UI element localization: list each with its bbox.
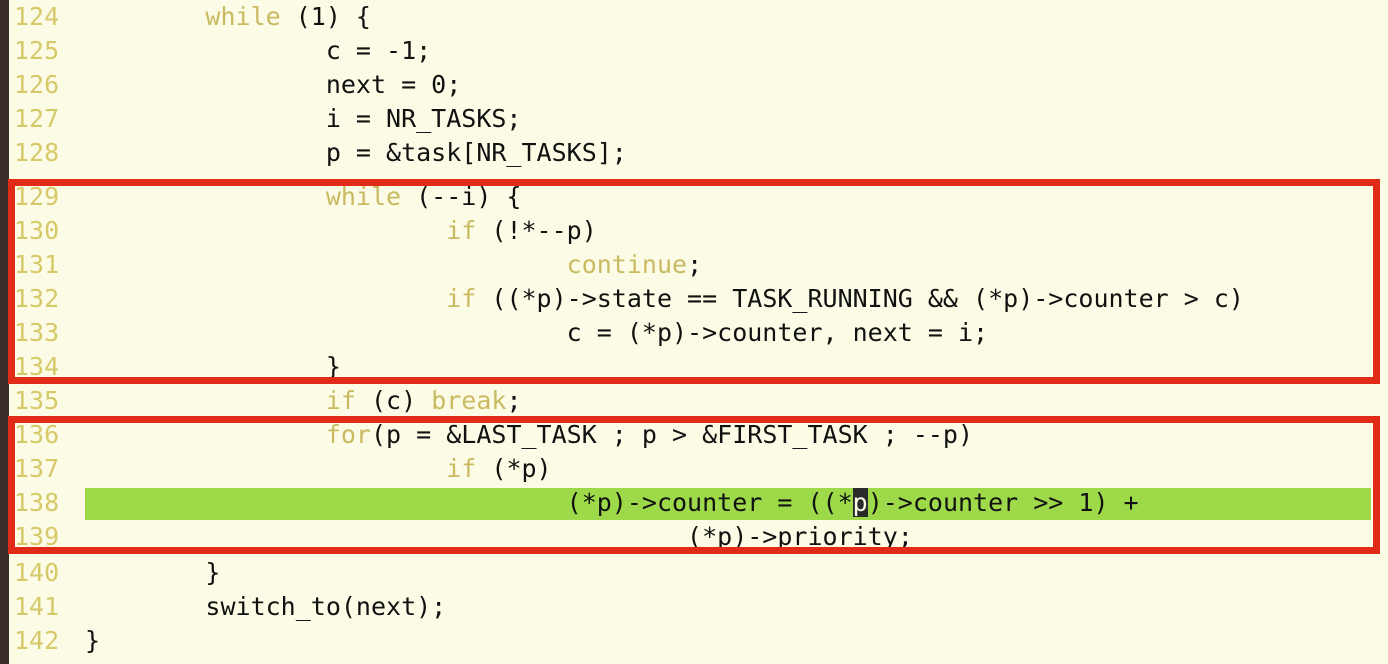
code-line[interactable]: 127 i = NR_TASKS;	[0, 102, 1388, 136]
line-number: 125	[14, 36, 60, 65]
line-number: 139	[14, 522, 60, 551]
line-number: 129	[14, 182, 60, 211]
code-line[interactable]: 135 if (c) break;	[0, 384, 1388, 418]
line-number: 136	[14, 420, 60, 449]
line-number: 141	[14, 592, 60, 621]
line-content: while (--i) {	[85, 182, 522, 211]
line-content: if (c) break;	[85, 386, 522, 415]
code-line[interactable]: 126 next = 0;	[0, 68, 1388, 102]
line-content: if ((*p)->state == TASK_RUNNING && (*p)-…	[85, 284, 1244, 313]
code-line[interactable]: 124 while (1) {	[0, 0, 1388, 34]
line-content: c = -1;	[85, 36, 432, 65]
line-content: i = NR_TASKS;	[85, 104, 522, 133]
line-number: 126	[14, 70, 60, 99]
line-content: }	[85, 626, 101, 655]
code-line[interactable]: 142 }	[0, 624, 1388, 658]
line-number: 138	[14, 488, 60, 517]
line-number: 131	[14, 250, 60, 279]
code-line[interactable]: 141 switch_to(next);	[0, 590, 1388, 624]
line-content: c = (*p)->counter, next = i;	[85, 318, 989, 347]
line-number: 128	[14, 138, 60, 167]
line-content: p = &task[NR_TASKS];	[85, 138, 627, 167]
code-line[interactable]: 136 for(p = &LAST_TASK ; p > &FIRST_TASK…	[0, 418, 1388, 452]
code-line[interactable]: 139 (*p)->priority;	[0, 520, 1388, 554]
code-line[interactable]: 140 }	[0, 556, 1388, 590]
line-number: 140	[14, 558, 60, 587]
line-content: }	[85, 352, 341, 381]
line-number: 124	[14, 2, 60, 31]
code-line[interactable]: 132 if ((*p)->state == TASK_RUNNING && (…	[0, 282, 1388, 316]
code-line[interactable]: 133 c = (*p)->counter, next = i;	[0, 316, 1388, 350]
code-line[interactable]: 130 if (!*--p)	[0, 214, 1388, 248]
line-content: (*p)->counter = ((*p)->counter >> 1) +	[85, 488, 1139, 517]
line-number: 135	[14, 386, 60, 415]
line-content: (*p)->priority;	[85, 522, 913, 551]
line-content: if (!*--p)	[85, 216, 597, 245]
line-content: if (*p)	[85, 454, 552, 483]
code-editor-screenshot: 124 while (1) { 125 c = -1; 126 next = 0…	[0, 0, 1388, 664]
code-line[interactable]: 131 continue;	[0, 248, 1388, 282]
code-line-highlighted[interactable]: 138 (*p)->counter = ((*p)->counter >> 1)…	[0, 486, 1388, 520]
code-line[interactable]: 137 if (*p)	[0, 452, 1388, 486]
line-number: 134	[14, 352, 60, 381]
line-number: 132	[14, 284, 60, 313]
text-cursor: p	[852, 488, 868, 517]
code-line[interactable]: 125 c = -1;	[0, 34, 1388, 68]
code-line[interactable]: 129 while (--i) {	[0, 180, 1388, 214]
code-line[interactable]: 134 }	[0, 350, 1388, 384]
line-number: 142	[14, 626, 60, 655]
editor-left-margin-strip	[0, 0, 9, 664]
code-line[interactable]: 128 p = &task[NR_TASKS];	[0, 136, 1388, 170]
line-number: 133	[14, 318, 60, 347]
code-editor-pane[interactable]: 124 while (1) { 125 c = -1; 126 next = 0…	[0, 0, 1388, 664]
line-content: while (1) {	[85, 2, 371, 31]
line-content: switch_to(next);	[85, 592, 447, 621]
line-content: next = 0;	[85, 70, 462, 99]
line-content: for(p = &LAST_TASK ; p > &FIRST_TASK ; -…	[85, 420, 974, 449]
line-number: 127	[14, 104, 60, 133]
line-number: 137	[14, 454, 60, 483]
line-number: 130	[14, 216, 60, 245]
line-content: continue;	[85, 250, 703, 279]
line-content: }	[85, 558, 221, 587]
